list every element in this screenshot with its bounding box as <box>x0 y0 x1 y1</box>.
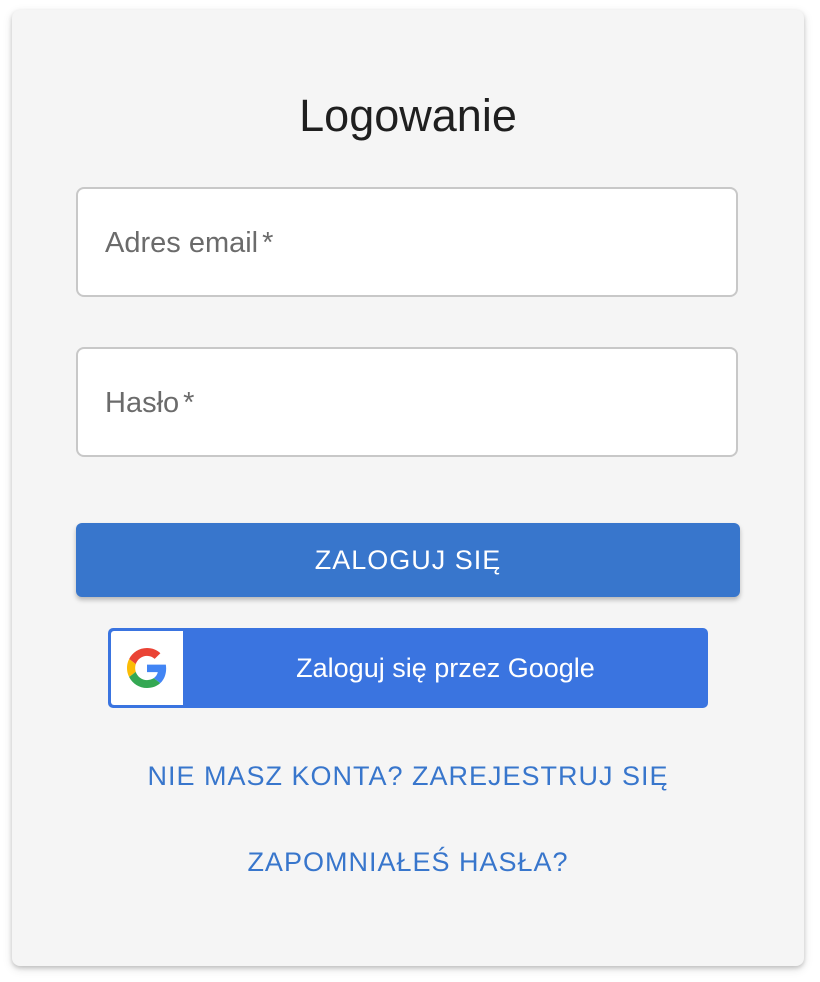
password-input[interactable] <box>78 349 736 455</box>
google-icon-container <box>111 631 183 705</box>
register-link[interactable]: NIE MASZ KONTA? ZAREJESTRUJ SIĘ <box>12 761 804 792</box>
forgot-password-link[interactable]: ZAPOMNIAŁEŚ HASŁA? <box>12 847 804 878</box>
google-icon <box>127 648 167 688</box>
login-button[interactable]: ZALOGUJ SIĘ <box>76 523 740 597</box>
page-title: Logowanie <box>299 90 517 141</box>
email-input[interactable] <box>78 189 736 295</box>
google-button-label: Zaloguj się przez Google <box>296 652 595 683</box>
google-login-button[interactable]: Zaloguj się przez Google <box>108 628 708 708</box>
password-field[interactable]: Hasło * <box>76 347 738 457</box>
email-field[interactable]: Adres email * <box>76 187 738 297</box>
login-card: Logowanie Adres email * Hasło * ZALOGUJ SI… <box>12 10 804 966</box>
login-button-label: ZALOGUJ SIĘ <box>314 544 502 575</box>
